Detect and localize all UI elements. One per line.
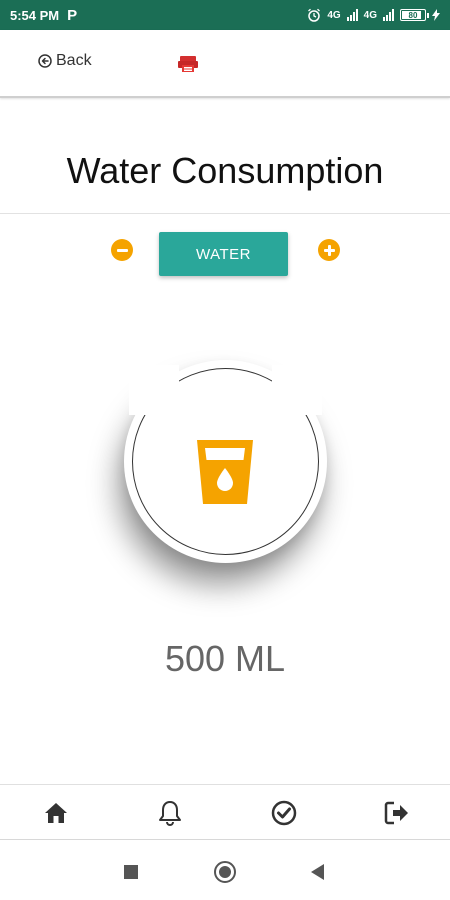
water-glass-icon bbox=[197, 440, 253, 504]
increase-button[interactable] bbox=[318, 239, 340, 261]
system-home-icon[interactable] bbox=[214, 861, 236, 883]
battery-level: 80 bbox=[408, 10, 418, 20]
circle-arrow-left-icon bbox=[38, 54, 52, 68]
battery-icon: 80 bbox=[400, 9, 429, 21]
alarm-icon bbox=[308, 8, 321, 22]
red-logo-icon bbox=[178, 56, 198, 72]
minus-circle-icon bbox=[116, 248, 128, 252]
status-bar: 5:54 PM P 4G 4G 80 bbox=[0, 0, 450, 30]
status-time: 5:54 PM bbox=[10, 7, 60, 23]
app-bar: Back bbox=[0, 30, 450, 98]
system-nav-bar bbox=[0, 841, 450, 900]
status-left: 5:54 PM P bbox=[10, 7, 77, 24]
network-label-1: 4G bbox=[327, 9, 341, 21]
network-label-2: 4G bbox=[363, 9, 377, 21]
charging-icon bbox=[432, 9, 440, 21]
system-back-icon[interactable] bbox=[311, 864, 324, 880]
bell-icon[interactable] bbox=[156, 799, 184, 827]
signal-icon-2 bbox=[383, 9, 394, 21]
signal-icon-1 bbox=[346, 9, 358, 21]
recent-apps-icon[interactable] bbox=[124, 865, 138, 879]
app-notification-icon: P bbox=[67, 6, 78, 24]
title-divider bbox=[0, 213, 450, 214]
water-button[interactable]: WATER bbox=[159, 232, 288, 276]
home-icon[interactable] bbox=[42, 799, 70, 827]
status-right: 4G 4G 80 bbox=[307, 8, 440, 22]
decrease-button[interactable] bbox=[111, 239, 133, 261]
check-circle-icon[interactable] bbox=[270, 799, 298, 827]
back-label: Back bbox=[56, 52, 92, 69]
logout-icon[interactable] bbox=[383, 799, 411, 827]
back-button[interactable]: Back bbox=[38, 52, 92, 70]
consumption-amount: 500 ML bbox=[164, 638, 286, 679]
page-title: Water Consumption bbox=[66, 150, 384, 191]
bottom-nav bbox=[0, 784, 450, 840]
